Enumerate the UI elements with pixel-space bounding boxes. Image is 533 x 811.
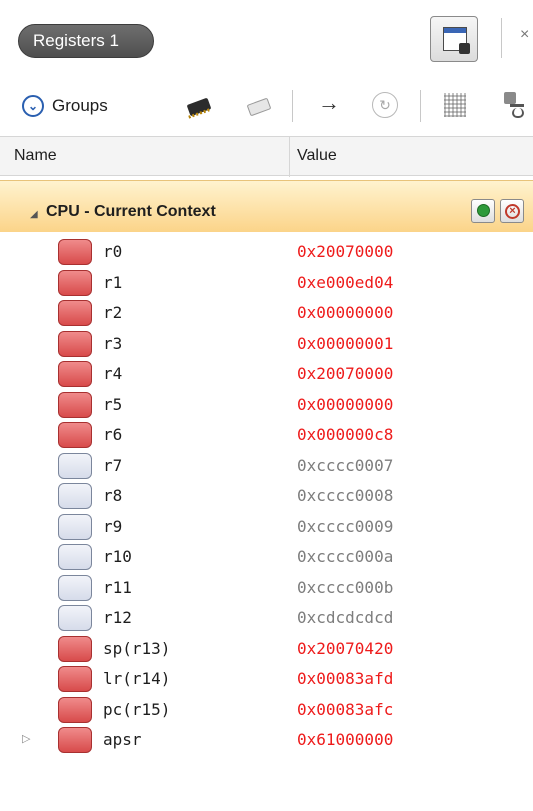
- register-modified-icon: [58, 635, 92, 662]
- register-value[interactable]: 0x00000001: [297, 334, 393, 353]
- register-value[interactable]: 0xcccc000b: [297, 578, 393, 597]
- register-value[interactable]: 0x61000000: [297, 730, 393, 749]
- register-modified-icon: [58, 361, 92, 387]
- register-name: r10: [103, 547, 132, 566]
- register-name: r2: [103, 303, 123, 322]
- register-value[interactable]: 0xcdcdcdcd: [297, 608, 393, 627]
- register-name: r3: [103, 333, 123, 353]
- register-row[interactable]: r12 0xcdcdcdcd: [0, 602, 533, 633]
- chevron-down-icon: ⌄: [22, 95, 44, 117]
- register-value[interactable]: 0xcccc0007: [297, 456, 393, 475]
- tab-registers-1[interactable]: Registers 1: [18, 24, 154, 58]
- refresh-icon[interactable]: ↻: [372, 92, 398, 118]
- register-name: r9: [103, 516, 123, 536]
- register-name: sp(r13): [103, 638, 171, 658]
- group-cpu-current-context[interactable]: ◢ CPU - Current Context ×: [0, 180, 533, 232]
- register-row[interactable]: r0 0x20070000: [0, 236, 533, 267]
- register-name: r1: [103, 272, 123, 292]
- register-name: r8: [103, 486, 123, 505]
- register-row[interactable]: r2 0x00000000: [0, 297, 533, 328]
- register-row[interactable]: r1 0xe000ed04: [0, 267, 533, 298]
- register-modified-icon: [58, 666, 92, 692]
- register-modified-icon: [58, 727, 92, 753]
- register-name: r5: [103, 394, 123, 414]
- group-apply-button[interactable]: [471, 199, 495, 223]
- view-mode-button[interactable]: [430, 16, 478, 62]
- chip-light-icon[interactable]: [246, 94, 272, 120]
- register-list: r0 0x20070000 r1 0xe000ed04 r2 0x00000000 r3 0x…: [0, 236, 533, 755]
- register-name: apsr: [103, 730, 142, 749]
- chip-dark-icon[interactable]: [186, 94, 212, 120]
- register-modified-icon: [58, 330, 92, 357]
- group-remove-button[interactable]: ×: [500, 199, 524, 223]
- register-name: r7: [103, 455, 123, 475]
- register-value[interactable]: 0x20070000: [297, 242, 393, 261]
- groups-button[interactable]: ⌄ Groups: [22, 92, 108, 120]
- register-name: lr(r14): [103, 669, 171, 688]
- column-header: Name Value: [0, 136, 533, 177]
- toolbar-divider: [420, 90, 421, 122]
- register-name: pc(r15): [103, 699, 171, 719]
- register-value[interactable]: 0xcccc0009: [297, 517, 393, 536]
- toolbar: ⌄ Groups → ↻: [0, 80, 533, 132]
- register-modified-icon: [58, 239, 92, 265]
- register-icon: [58, 483, 92, 509]
- group-label: CPU - Current Context: [46, 203, 216, 220]
- register-value[interactable]: 0xcccc000a: [297, 547, 393, 566]
- register-row[interactable]: r11 0xcccc000b: [0, 572, 533, 603]
- column-value-header[interactable]: Value: [297, 147, 337, 165]
- register-icon: [58, 544, 92, 570]
- register-row[interactable]: r7 0xcccc0007: [0, 450, 533, 481]
- register-row[interactable]: r8 0xcccc0008: [0, 480, 533, 511]
- register-value[interactable]: 0x00083afc: [297, 700, 393, 719]
- register-modified-icon: [58, 422, 92, 448]
- register-value[interactable]: 0x000000c8: [297, 425, 393, 444]
- register-name: r12: [103, 608, 132, 627]
- close-icon[interactable]: ×: [520, 26, 529, 44]
- green-check-icon: [477, 204, 490, 217]
- register-value[interactable]: 0x00000000: [297, 395, 393, 414]
- column-divider[interactable]: [289, 137, 290, 177]
- column-name-header[interactable]: Name: [14, 147, 57, 165]
- register-row[interactable]: sp(r13) 0x20070420: [0, 633, 533, 664]
- register-value[interactable]: 0x20070000: [297, 364, 393, 383]
- register-row[interactable]: r10 0xcccc000a: [0, 541, 533, 572]
- collapse-triangle-icon[interactable]: ◢: [30, 209, 38, 220]
- register-row[interactable]: pc(r15) 0x00083afc: [0, 694, 533, 725]
- register-value[interactable]: 0x00000000: [297, 303, 393, 322]
- register-value[interactable]: 0x00083afd: [297, 669, 393, 688]
- register-icon: [58, 452, 92, 479]
- register-row[interactable]: r9 0xcccc0009: [0, 511, 533, 542]
- remove-icon: ×: [505, 204, 520, 219]
- register-row[interactable]: r3 0x00000001: [0, 328, 533, 359]
- register-icon: [58, 513, 92, 540]
- register-value[interactable]: 0xe000ed04: [297, 273, 393, 292]
- arrow-right-icon[interactable]: →: [318, 90, 340, 116]
- register-modified-icon: [58, 269, 92, 296]
- title-bar: Registers 1 ×: [0, 0, 533, 78]
- toolbar-divider: [292, 90, 293, 122]
- register-row[interactable]: ▷ apsr 0x61000000: [0, 724, 533, 755]
- register-icon: [58, 605, 92, 631]
- register-icon: [58, 574, 92, 601]
- register-value[interactable]: 0x20070420: [297, 639, 393, 658]
- register-name: r0: [103, 242, 123, 261]
- groups-label: Groups: [52, 96, 108, 115]
- register-row[interactable]: r6 0x000000c8: [0, 419, 533, 450]
- register-row[interactable]: r4 0x20070000: [0, 358, 533, 389]
- register-value[interactable]: 0xcccc0008: [297, 486, 393, 505]
- register-name: r6: [103, 425, 123, 444]
- add-watch-icon[interactable]: [500, 90, 528, 120]
- view-mode-icon: [443, 27, 470, 54]
- register-row[interactable]: r5 0x00000000: [0, 389, 533, 420]
- toolbar-divider: [501, 18, 502, 58]
- expand-icon[interactable]: ▷: [22, 732, 30, 745]
- register-row[interactable]: lr(r14) 0x00083afd: [0, 663, 533, 694]
- register-name: r11: [103, 577, 132, 597]
- register-modified-icon: [58, 300, 92, 326]
- register-name: r4: [103, 364, 123, 383]
- register-modified-icon: [58, 696, 92, 723]
- register-modified-icon: [58, 391, 92, 418]
- grid-icon[interactable]: [444, 93, 466, 117]
